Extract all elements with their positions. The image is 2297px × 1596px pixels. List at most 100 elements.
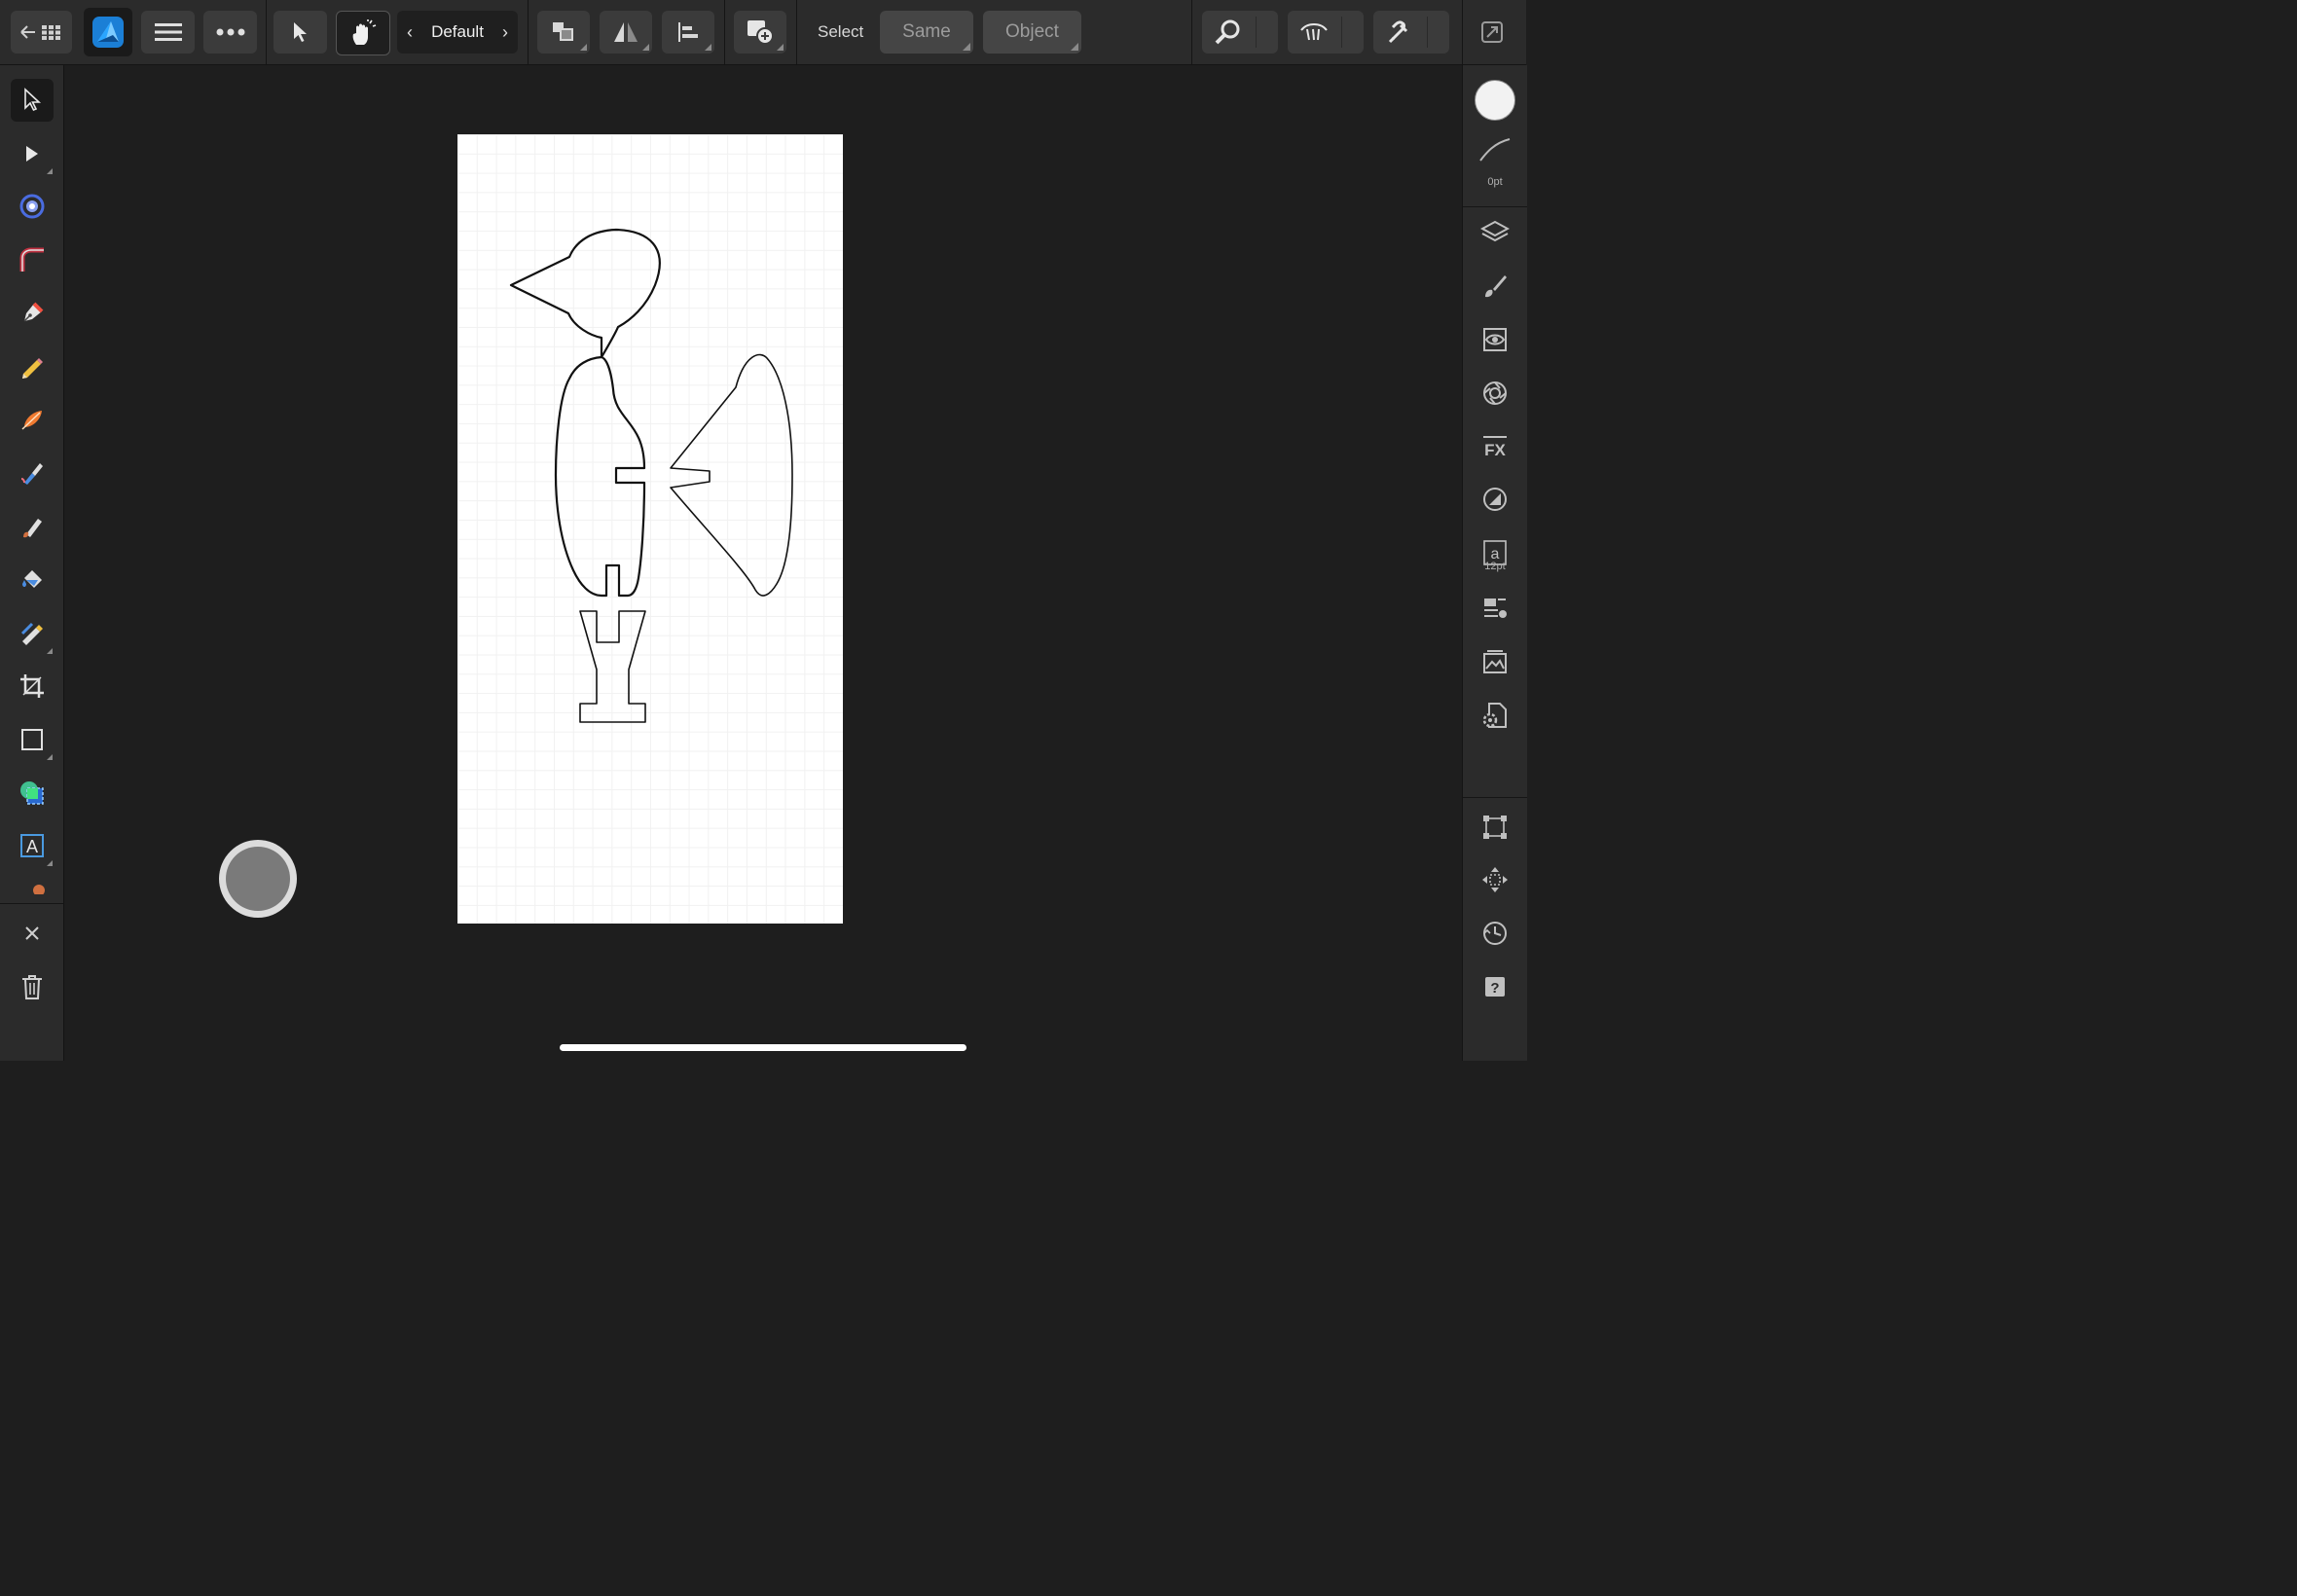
- persona-switch-icon: [1481, 21, 1503, 43]
- point-transform-tool[interactable]: [11, 185, 54, 228]
- bird-head-shape[interactable]: [509, 228, 661, 359]
- arrange-button[interactable]: [537, 11, 590, 54]
- tools-divider: [0, 903, 63, 904]
- home-indicator[interactable]: [560, 1044, 966, 1051]
- paint-brush-icon: [23, 519, 42, 538]
- snapping-button[interactable]: [1373, 11, 1449, 54]
- vector-brush-icon: [21, 411, 42, 430]
- command-controller-icon: [226, 847, 290, 911]
- move-mode-button[interactable]: [273, 11, 327, 54]
- arrow-cursor-icon: [293, 22, 307, 42]
- shapes-icon: [20, 781, 44, 805]
- assets-icon: [1483, 650, 1507, 673]
- artboard[interactable]: [457, 134, 843, 924]
- fill-color-swatch[interactable]: [1475, 80, 1515, 121]
- move-tool[interactable]: [11, 79, 54, 122]
- zoom-icon: [1215, 19, 1240, 45]
- flood-fill-tool[interactable]: [11, 559, 54, 601]
- transform-studio[interactable]: [1474, 806, 1516, 849]
- pencil-tool[interactable]: [11, 345, 54, 388]
- help-button[interactable]: ?: [1474, 965, 1516, 1008]
- fx-icon: FX: [1483, 436, 1507, 459]
- bird-wing-shape[interactable]: [670, 353, 793, 597]
- view-mode-icon: [1300, 23, 1328, 41]
- document-gear-icon: [1482, 703, 1507, 728]
- pen-tool[interactable]: [11, 292, 54, 335]
- stroke-swatch[interactable]: [1477, 135, 1513, 169]
- main-menu-button[interactable]: [141, 11, 195, 54]
- command-controller-button[interactable]: [219, 840, 297, 918]
- chevron-left-icon[interactable]: ‹: [407, 22, 413, 43]
- vector-brush-tool[interactable]: [11, 398, 54, 441]
- appearance-studio[interactable]: [1474, 318, 1516, 361]
- corner-icon: [19, 247, 44, 272]
- paragraph-studio[interactable]: [1474, 587, 1516, 630]
- svg-text:FX: FX: [1484, 441, 1506, 459]
- transparency-circle-icon: [1483, 488, 1507, 511]
- paint-brush-tool[interactable]: [11, 505, 54, 548]
- app-persona-button[interactable]: [84, 8, 132, 56]
- paint-bucket-icon: [22, 570, 42, 588]
- toolbar-divider: [796, 0, 797, 64]
- crop-tool[interactable]: [11, 665, 54, 707]
- layers-studio[interactable]: [1474, 211, 1516, 254]
- shape-tool[interactable]: [11, 772, 54, 815]
- svg-text:A: A: [26, 837, 38, 856]
- corner-tool[interactable]: [11, 238, 54, 281]
- fill-gradient-icon: [20, 463, 43, 485]
- drawing-canvas[interactable]: [457, 134, 843, 924]
- transparency-tool[interactable]: [11, 612, 54, 655]
- toolbar-divider: [528, 0, 529, 64]
- point-transform-icon: [19, 194, 45, 219]
- stroke-curve-icon: [1479, 138, 1511, 162]
- transparency-studio[interactable]: [1474, 478, 1516, 521]
- arrow-cursor-icon: [24, 88, 42, 112]
- touch-mode-button[interactable]: [336, 11, 390, 55]
- document-settings[interactable]: [1474, 694, 1516, 737]
- view-mode-button[interactable]: [1288, 11, 1364, 54]
- select-object-button[interactable]: Object: [983, 11, 1081, 54]
- pen-nib-icon: [23, 302, 44, 322]
- zoom-button[interactable]: [1202, 11, 1278, 54]
- color-studio[interactable]: [1474, 372, 1516, 415]
- rectangle-tool[interactable]: [11, 718, 54, 761]
- chevron-right-icon[interactable]: ›: [502, 22, 508, 43]
- toolbar-divider: [724, 0, 725, 64]
- bird-stand-shape[interactable]: [579, 610, 646, 723]
- history-studio[interactable]: [1474, 912, 1516, 955]
- select-label: Select: [818, 22, 864, 41]
- color-wheel-icon: [1483, 381, 1507, 405]
- snapping-magnet-icon: [1388, 20, 1408, 44]
- move-arrows-icon: [1482, 867, 1508, 892]
- studio-panel: 0pt FX a 12pt ?: [1462, 65, 1527, 1061]
- flip-button[interactable]: [600, 11, 652, 54]
- split-divider: [1256, 17, 1257, 48]
- back-to-documents-button[interactable]: [11, 11, 72, 54]
- persona-switch-button[interactable]: [1479, 19, 1507, 47]
- crop-icon: [20, 674, 44, 698]
- affinity-designer-icon: [92, 17, 124, 48]
- close-button[interactable]: [11, 912, 54, 955]
- eye-icon: [1483, 328, 1507, 351]
- brushes-studio[interactable]: [1474, 265, 1516, 308]
- pencil-icon: [22, 358, 43, 379]
- align-button[interactable]: [662, 11, 714, 54]
- assets-studio[interactable]: [1474, 640, 1516, 683]
- history-clock-icon: [1483, 922, 1507, 945]
- delete-button[interactable]: [11, 965, 54, 1008]
- toolbar-divider: [266, 0, 267, 64]
- fill-tool[interactable]: [11, 452, 54, 494]
- select-same-button[interactable]: Same: [880, 11, 973, 54]
- svg-text:?: ?: [1490, 980, 1499, 997]
- text-tool[interactable]: A: [11, 824, 54, 867]
- node-tool[interactable]: [11, 132, 54, 175]
- navigator-studio[interactable]: [1474, 858, 1516, 901]
- more-options-button[interactable]: [203, 11, 257, 54]
- preset-label: Default: [431, 22, 484, 41]
- effects-studio[interactable]: FX: [1474, 425, 1516, 468]
- preset-selector[interactable]: ‹ Default ›: [397, 11, 518, 54]
- add-shape-button[interactable]: [734, 11, 786, 54]
- back-arrow-grid-icon: [19, 25, 60, 40]
- bird-body-shape[interactable]: [554, 355, 646, 598]
- more-tools-indicator[interactable]: [27, 881, 47, 894]
